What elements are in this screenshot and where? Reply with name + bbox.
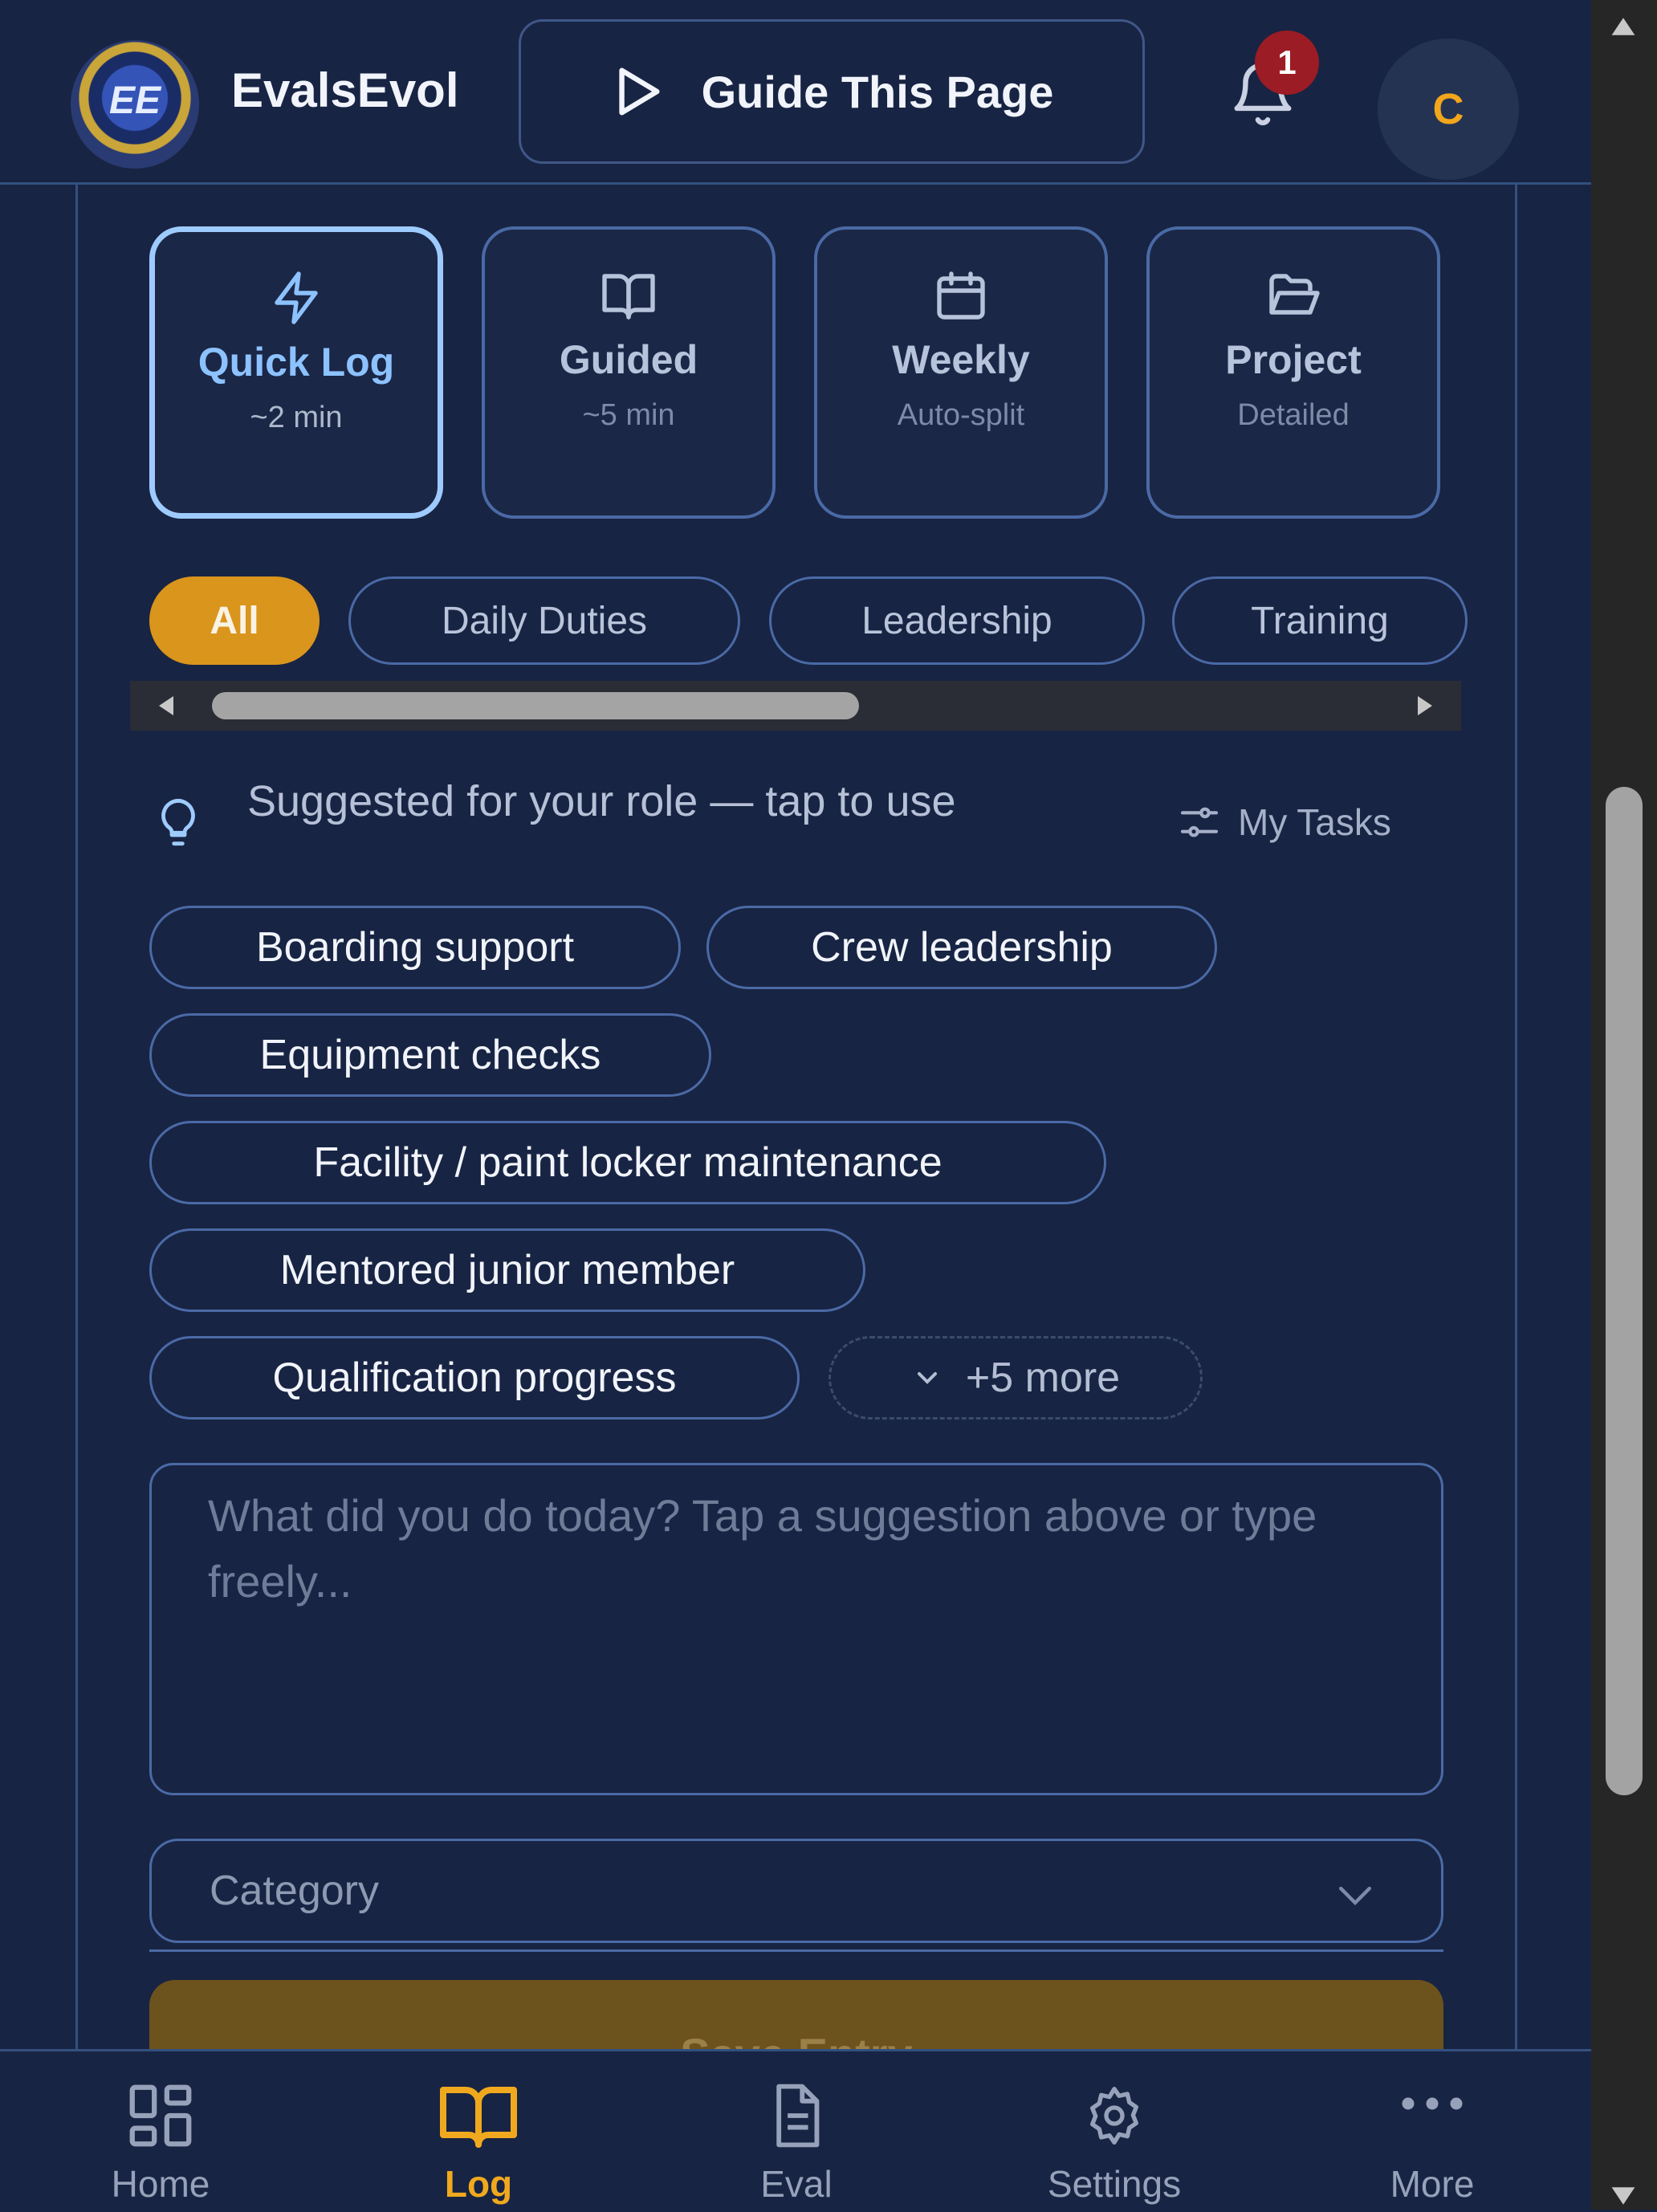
notification-badge: 1 [1255, 31, 1319, 95]
gear-icon [1090, 2087, 1138, 2145]
horizontal-scrollbar[interactable] [130, 681, 1461, 731]
nav-label: Eval [760, 2163, 833, 2205]
scroll-up-icon[interactable] [1609, 14, 1638, 39]
show-more-suggestions-button[interactable]: +5 more [828, 1336, 1203, 1420]
book-icon [440, 2087, 517, 2148]
folder-open-icon [1269, 274, 1320, 315]
mode-subtitle: Detailed [1237, 398, 1350, 432]
suggestion-chip[interactable]: Qualification progress [149, 1336, 800, 1420]
calendar-icon [937, 271, 985, 320]
lightning-icon [275, 271, 318, 324]
more-label: +5 more [965, 1354, 1121, 1401]
app-name: EvalsEvol [231, 63, 459, 117]
guide-label: Guide This Page [701, 66, 1054, 117]
document-icon [776, 2084, 820, 2148]
play-icon [618, 67, 660, 116]
category-placeholder: Category [210, 1868, 379, 1914]
logo-letters: EE [108, 79, 161, 122]
scroll-down-icon[interactable] [1609, 2184, 1638, 2208]
nav-label: Home [111, 2163, 210, 2205]
mode-card-guided[interactable]: Guided ~5 min [482, 226, 776, 519]
filter-chip-leadership[interactable]: Leadership [769, 576, 1145, 665]
scroll-left-icon[interactable] [154, 694, 178, 718]
nav-label: Log [444, 2163, 513, 2205]
my-tasks-label: My Tasks [1238, 801, 1391, 843]
app-logo[interactable]: EE [71, 40, 199, 169]
filter-chip-all[interactable]: All [149, 576, 320, 665]
mode-title: Weekly [892, 337, 1030, 382]
mode-title: Project [1225, 337, 1362, 382]
suggestions-heading: Suggested for your role — tap to use [247, 777, 956, 825]
nav-item-eval[interactable]: Eval [676, 2051, 917, 2212]
horizontal-scroll-thumb[interactable] [212, 692, 859, 719]
nav-label: Settings [1047, 2163, 1182, 2205]
mode-subtitle: ~5 min [582, 398, 675, 432]
nav-item-settings[interactable]: Settings [994, 2051, 1235, 2212]
divider [149, 1949, 1443, 1952]
top-header: EE EvalsEvol Guide This Page 1 C [0, 0, 1591, 185]
nav-item-home[interactable]: Home [40, 2051, 281, 2212]
bottom-navigation: Home Log Eval Settings More [0, 2049, 1591, 2210]
vertical-scroll-thumb[interactable] [1606, 787, 1643, 1795]
mode-subtitle: ~2 min [250, 401, 343, 434]
chevron-down-icon [1339, 1886, 1371, 1906]
scroll-right-icon[interactable] [1413, 694, 1437, 718]
suggestion-chip[interactable]: Facility / paint locker maintenance [149, 1121, 1106, 1204]
mode-title: Quick Log [197, 340, 395, 385]
suggestion-chip[interactable]: Equipment checks [149, 1013, 711, 1097]
book-open-icon [602, 274, 655, 320]
lightbulb-icon [161, 798, 195, 846]
nav-item-log[interactable]: Log [358, 2051, 599, 2212]
my-tasks-button[interactable]: My Tasks [1177, 800, 1391, 845]
vertical-scrollbar[interactable] [1591, 0, 1657, 2210]
suggestion-chip[interactable]: Crew leadership [706, 906, 1217, 989]
mode-card-quick-log[interactable]: Quick Log ~2 min [149, 226, 443, 519]
entry-textarea[interactable] [149, 1463, 1443, 1795]
suggestion-chip[interactable]: Boarding support [149, 906, 681, 989]
category-select[interactable]: Category [149, 1839, 1443, 1943]
filter-chip-training[interactable]: Training [1172, 576, 1468, 665]
sliders-icon [1180, 807, 1219, 837]
filter-chip-daily-duties[interactable]: Daily Duties [348, 576, 740, 665]
guide-this-page-button[interactable]: Guide This Page [519, 19, 1145, 164]
mode-title: Guided [559, 337, 698, 382]
grid-icon [129, 2084, 192, 2147]
mode-card-weekly[interactable]: Weekly Auto-split [814, 226, 1108, 519]
ellipsis-icon [1402, 2097, 1463, 2110]
nav-label: More [1390, 2163, 1475, 2205]
suggestion-chip[interactable]: Mentored junior member [149, 1228, 865, 1312]
mode-card-project[interactable]: Project Detailed [1146, 226, 1440, 519]
user-avatar[interactable]: C [1378, 39, 1519, 180]
chevron-down-icon [917, 1372, 937, 1384]
nav-item-more[interactable]: More [1312, 2051, 1553, 2212]
mode-subtitle: Auto-split [897, 398, 1025, 432]
